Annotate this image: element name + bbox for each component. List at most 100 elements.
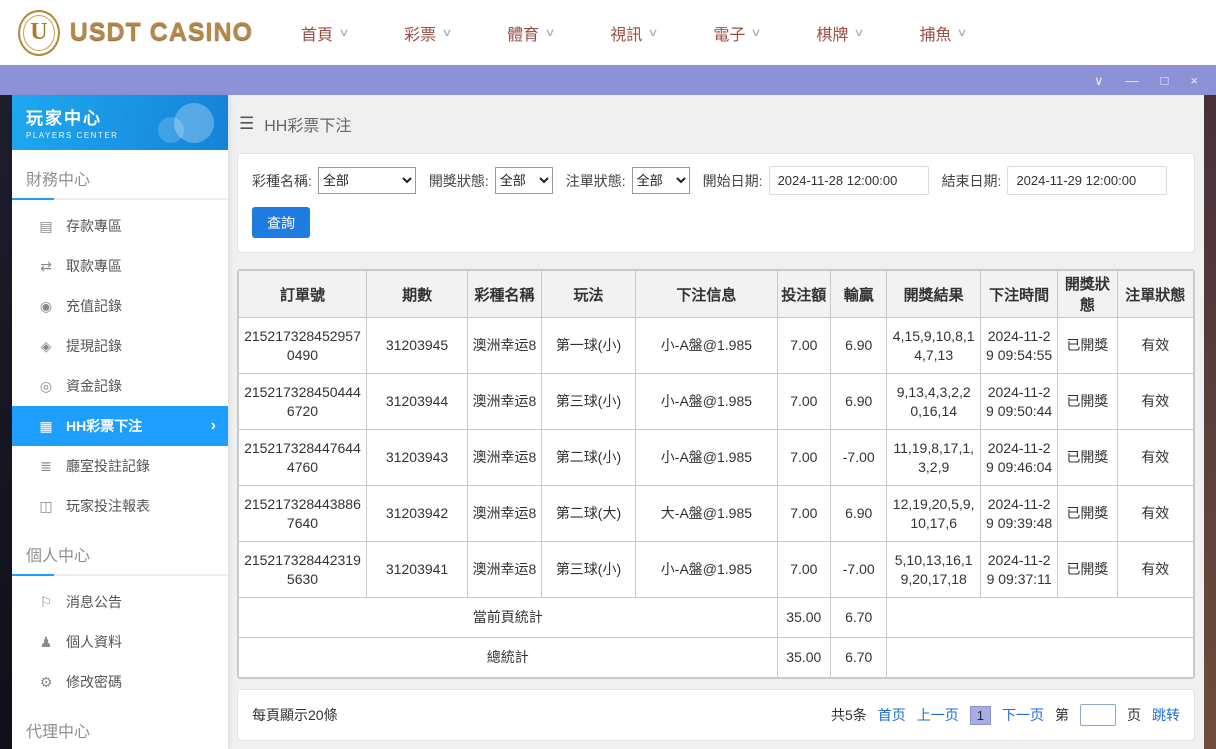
table-cell: 11,19,8,17,1,3,2,9	[886, 429, 981, 486]
table-cell: 已開獎	[1057, 429, 1118, 486]
nav-item-sports[interactable]: 體育 ∨	[507, 21, 556, 45]
window-close-icon[interactable]: ×	[1190, 74, 1198, 87]
table-cell: -7.00	[830, 541, 888, 598]
table-cell: 有效	[1116, 317, 1194, 374]
sidebar-section-finance: 財務中心	[26, 166, 214, 198]
end-date-input[interactable]	[1007, 166, 1168, 195]
column-header: 輸贏	[830, 270, 888, 318]
recharge-record-icon: ◉	[39, 297, 53, 314]
table-cell: 已開獎	[1057, 485, 1118, 542]
table-cell: 澳洲幸运8	[467, 373, 542, 430]
table-cell: 已開獎	[1057, 541, 1118, 598]
table-cell: 6.90	[830, 373, 888, 430]
table-cell: 已開獎	[1057, 317, 1118, 374]
start-date-input[interactable]	[768, 166, 929, 195]
current-page-indicator[interactable]: 1	[969, 705, 991, 725]
table-cell: 2024-11-29 09:37:11	[979, 541, 1059, 598]
table-cell: 小-A盤@1.985	[635, 373, 778, 430]
chevron-down-icon: ∨	[338, 27, 350, 39]
draw-status-label: 開獎狀態:	[428, 172, 489, 189]
nav-item-lottery[interactable]: 彩票 ∨	[404, 21, 453, 45]
table-cell: 第三球(小)	[540, 373, 637, 430]
sidebar-item-deposit[interactable]: ▤ 存款專區	[12, 206, 228, 246]
window-minimize-icon[interactable]: —	[1126, 74, 1139, 87]
table-cell: 12,19,20,5,9,10,17,6	[886, 485, 981, 542]
sidebar-item-label: 修改密碼	[66, 674, 122, 690]
sidebar-item-profile[interactable]: ♟ 個人資料	[12, 622, 228, 662]
sidebar-item-withdraw[interactable]: ⇄ 取款專區	[12, 246, 228, 286]
sidebar-item-funds-record[interactable]: ◎ 資金記錄	[12, 366, 228, 406]
table-cell: 第一球(小)	[540, 317, 637, 374]
table-cell: 2024-11-29 09:39:48	[979, 485, 1059, 542]
main-content: ☰ HH彩票下注 彩種名稱: 全部 開獎狀態: 全部 注單狀態: 全部 開始日期…	[228, 95, 1204, 749]
table-cell: 澳洲幸运8	[467, 429, 542, 486]
nav-item-home[interactable]: 首頁 ∨	[301, 21, 350, 45]
chevron-down-icon: ∨	[750, 27, 763, 39]
brand-logo[interactable]: U USDT CASINO	[18, 9, 253, 56]
sidebar-item-player-bet-report[interactable]: ◫ 玩家投注報表	[12, 486, 228, 526]
lottery-name-label: 彩種名稱:	[252, 172, 312, 189]
window-collapse-icon[interactable]: ∨	[1094, 74, 1104, 87]
sidebar-item-label: 充值記錄	[66, 298, 122, 314]
table-cell: 小-A盤@1.985	[635, 541, 778, 598]
main-nav: 首頁 ∨ 彩票 ∨ 體育 ∨ 視訊 ∨ 電子 ∨ 棋牌 ∨ 捕魚 ∨	[301, 21, 969, 45]
column-header: 注單狀態	[1116, 270, 1194, 318]
query-button[interactable]: 查詢	[252, 207, 310, 238]
table-cell: 有效	[1116, 485, 1194, 542]
window-maximize-icon[interactable]: □	[1161, 74, 1169, 87]
table-row: 2152173284438867640 31203942 澳洲幸运8 第二球(大) 大-…	[238, 485, 1194, 542]
table-row: 2152173284529570490 31203945 澳洲幸运8 第一球(小) 小-…	[238, 317, 1194, 374]
first-page-link[interactable]: 首页	[878, 705, 906, 725]
sidebar-item-room-bet-record[interactable]: ≣ 廳室投註記錄	[12, 446, 228, 486]
player-bet-report-icon: ◫	[39, 497, 53, 514]
chevron-down-icon: ∨	[647, 27, 659, 39]
background-right-edge	[1204, 95, 1216, 749]
sidebar-item-change-password[interactable]: ⚙ 修改密碼	[12, 662, 228, 702]
column-header: 開獎狀態	[1057, 270, 1118, 318]
column-header: 玩法	[540, 270, 637, 318]
nav-item-label: 棋牌	[816, 26, 849, 44]
nav-item-electronic[interactable]: 電子 ∨	[713, 21, 763, 45]
table-row: 2152173284423195630 31203941 澳洲幸运8 第三球(小) 小-…	[238, 541, 1194, 598]
page-jump-input[interactable]	[1080, 704, 1116, 726]
next-page-link[interactable]: 下一页	[1002, 705, 1044, 725]
nav-item-label: 捕魚	[919, 26, 952, 44]
chevron-down-icon: ∨	[956, 27, 969, 39]
draw-status-select[interactable]: 全部	[494, 167, 553, 194]
nav-item-fishing[interactable]: 捕魚 ∨	[919, 21, 969, 45]
hamburger-menu-icon[interactable]: ☰	[239, 114, 254, 134]
sidebar-item-announcements[interactable]: ⚐ 消息公告	[12, 582, 228, 622]
chevron-right-icon: ›	[210, 417, 216, 434]
prev-page-link[interactable]: 上一页	[917, 705, 959, 725]
sidebar-item-hh-lottery-bet[interactable]: ▦ HH彩票下注 ›	[12, 406, 228, 446]
table-cell: 4,15,9,10,8,14,7,13	[886, 317, 981, 374]
change-password-icon: ⚙	[39, 673, 53, 690]
table-cell: 31203945	[365, 317, 469, 374]
column-header: 彩種名稱	[467, 270, 542, 318]
room-bet-record-icon: ≣	[40, 457, 52, 474]
jump-button[interactable]: 跳转	[1152, 705, 1180, 725]
summary-bet-total: 35.00	[776, 637, 832, 678]
table-cell: 31203944	[365, 373, 469, 430]
nav-item-label: 首頁	[301, 26, 334, 44]
table-cell: 有效	[1116, 373, 1194, 430]
section-divider	[12, 574, 228, 576]
column-header: 投注額	[776, 270, 832, 318]
table-cell: 6.90	[830, 317, 888, 374]
top-nav-bar: U USDT CASINO 首頁 ∨ 彩票 ∨ 體育 ∨ 視訊 ∨ 電子 ∨ 棋…	[0, 0, 1216, 65]
table-cell: 7.00	[776, 317, 832, 374]
table-cell: 31203942	[365, 485, 469, 542]
nav-item-video[interactable]: 視訊 ∨	[610, 21, 659, 45]
column-header: 開獎結果	[886, 270, 981, 318]
nav-item-label: 視訊	[610, 26, 643, 44]
sidebar-subtitle: PLAYERS CENTER	[26, 131, 119, 140]
table-header-row: 訂單號 期數 彩種名稱 玩法 下注信息 投注額 輸贏 開獎結果 下注時間 開獎狀態 注單狀態	[238, 270, 1194, 318]
jump-prefix-label: 第	[1055, 707, 1069, 723]
order-status-select[interactable]: 全部	[631, 167, 690, 194]
bets-table-card: 訂單號 期數 彩種名稱 玩法 下注信息 投注額 輸贏 開獎結果 下注時間 開獎狀態 注單狀態 215…	[237, 269, 1195, 679]
lottery-name-select[interactable]: 全部	[317, 167, 416, 194]
section-label: 代理中心	[26, 724, 91, 741]
sidebar-item-withdrawal-record[interactable]: ◈ 提現記錄	[12, 326, 228, 366]
sidebar-item-recharge-record[interactable]: ◉ 充值記錄	[12, 286, 228, 326]
nav-item-chess[interactable]: 棋牌 ∨	[816, 21, 865, 45]
